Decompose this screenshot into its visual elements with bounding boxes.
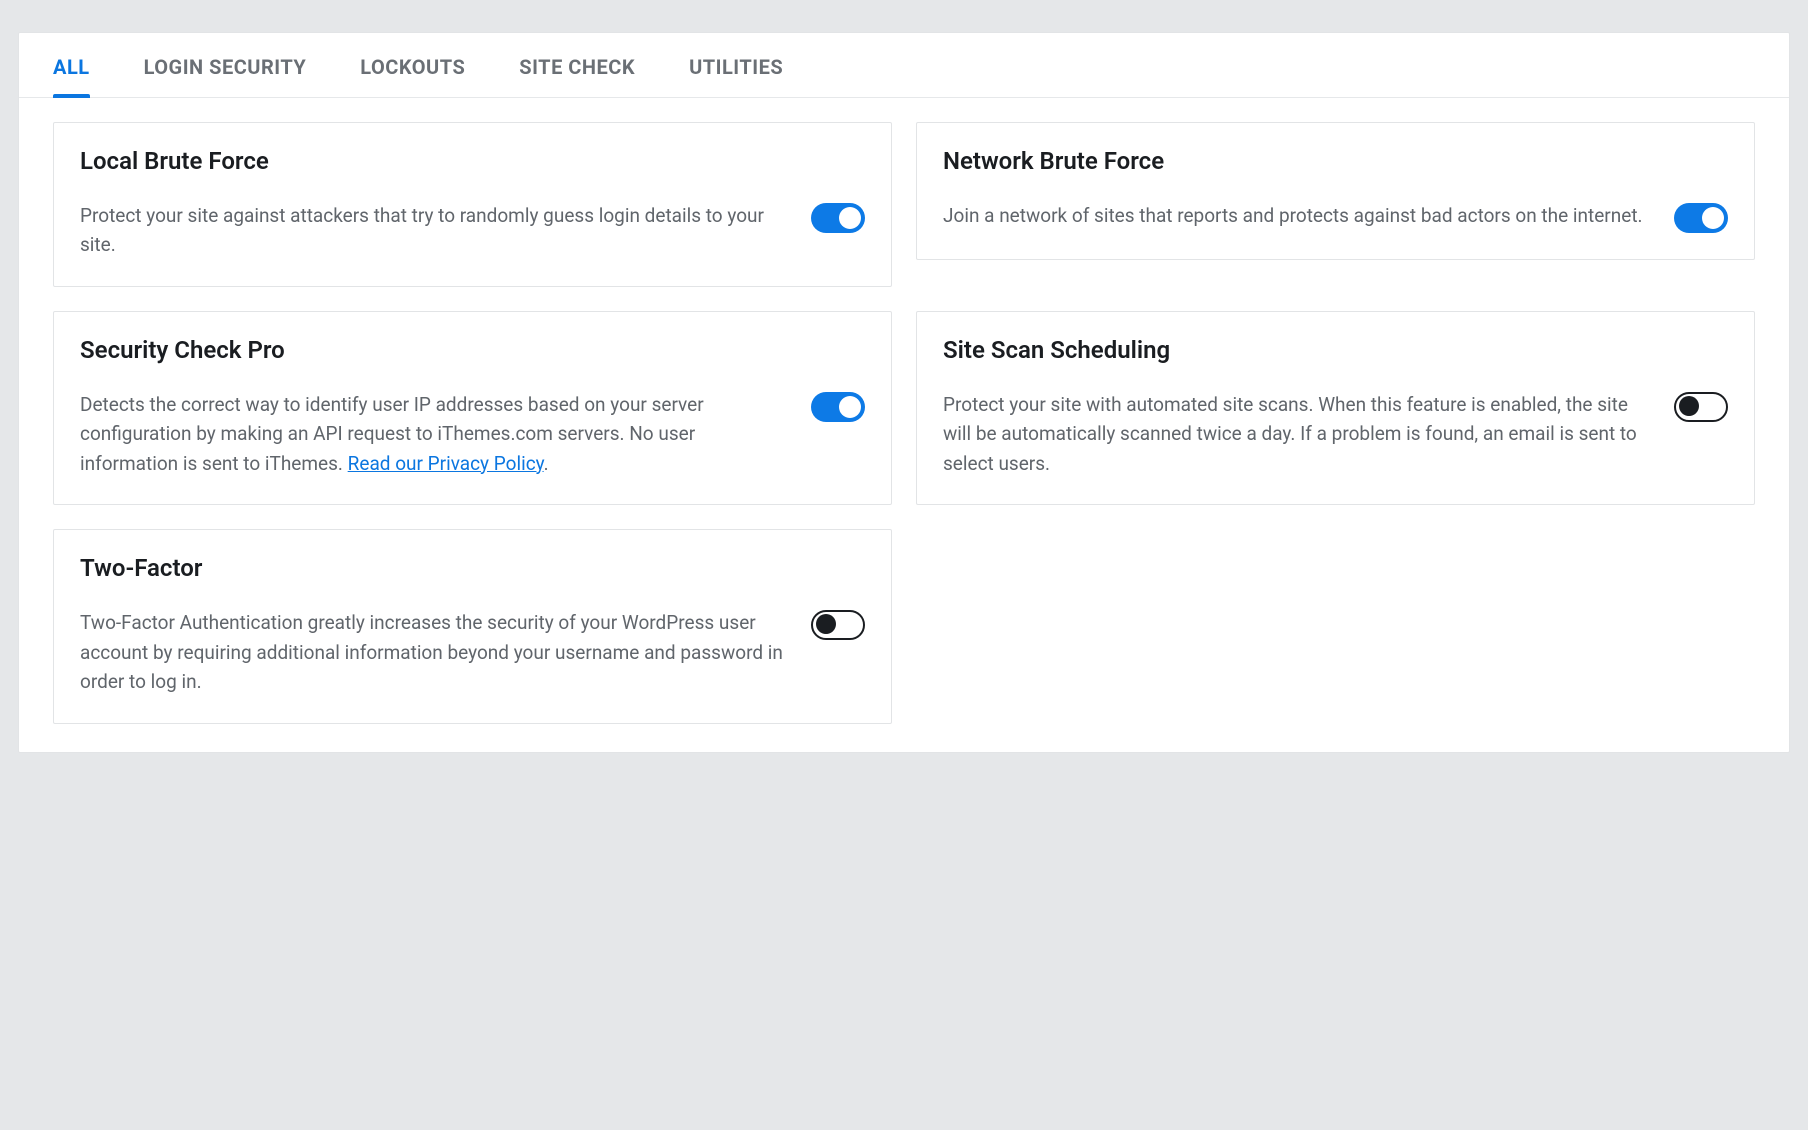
toggle-knob xyxy=(839,207,861,229)
toggle-knob xyxy=(1702,207,1724,229)
tab-utilities[interactable]: UTILITIES xyxy=(689,33,783,97)
card-description: Join a network of sites that reports and… xyxy=(943,201,1650,230)
toggle-network-brute-force[interactable] xyxy=(1674,203,1728,233)
desc-suffix: . xyxy=(544,452,549,475)
card-description: Protect your site against attackers that… xyxy=(80,201,787,260)
card-body: Protect your site against attackers that… xyxy=(80,201,865,260)
card-description: Two-Factor Authentication greatly increa… xyxy=(80,608,787,696)
card-title: Local Brute Force xyxy=(80,147,865,175)
card-body: Join a network of sites that reports and… xyxy=(943,201,1728,233)
card-description: Protect your site with automated site sc… xyxy=(943,390,1650,478)
toggle-knob xyxy=(816,614,836,634)
card-security-check-pro: Security Check Pro Detects the correct w… xyxy=(53,311,892,505)
card-description: Detects the correct way to identify user… xyxy=(80,390,787,478)
card-body: Two-Factor Authentication greatly increa… xyxy=(80,608,865,696)
card-site-scan-scheduling: Site Scan Scheduling Protect your site w… xyxy=(916,311,1755,505)
toggle-security-check-pro[interactable] xyxy=(811,392,865,422)
card-title: Two-Factor xyxy=(80,554,865,582)
card-body: Detects the correct way to identify user… xyxy=(80,390,865,478)
card-title: Security Check Pro xyxy=(80,336,865,364)
tab-all[interactable]: ALL xyxy=(53,33,90,97)
toggle-knob xyxy=(839,396,861,418)
tab-site-check[interactable]: SITE CHECK xyxy=(519,33,635,97)
card-title: Network Brute Force xyxy=(943,147,1728,175)
card-local-brute-force: Local Brute Force Protect your site agai… xyxy=(53,122,892,287)
card-title: Site Scan Scheduling xyxy=(943,336,1728,364)
tabs-bar: ALL LOGIN SECURITY LOCKOUTS SITE CHECK U… xyxy=(19,33,1789,98)
card-body: Protect your site with automated site sc… xyxy=(943,390,1728,478)
card-network-brute-force: Network Brute Force Join a network of si… xyxy=(916,122,1755,260)
tab-login-security[interactable]: LOGIN SECURITY xyxy=(144,33,307,97)
cards-grid: Local Brute Force Protect your site agai… xyxy=(19,98,1789,752)
card-two-factor: Two-Factor Two-Factor Authentication gre… xyxy=(53,529,892,723)
toggle-site-scan-scheduling[interactable] xyxy=(1674,392,1728,422)
toggle-knob xyxy=(1679,396,1699,416)
privacy-policy-link[interactable]: Read our Privacy Policy xyxy=(348,452,544,475)
settings-panel: ALL LOGIN SECURITY LOCKOUTS SITE CHECK U… xyxy=(18,32,1790,753)
tab-lockouts[interactable]: LOCKOUTS xyxy=(360,33,465,97)
toggle-local-brute-force[interactable] xyxy=(811,203,865,233)
toggle-two-factor[interactable] xyxy=(811,610,865,640)
